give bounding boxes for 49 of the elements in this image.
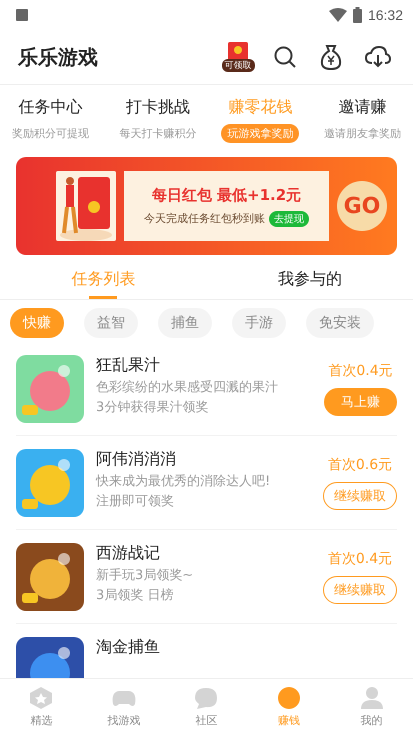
nav-tab[interactable]: 赚钱 xyxy=(248,679,330,735)
category-tab[interactable]: 打卡挑战 每天打卡赚积分 xyxy=(114,97,203,143)
game-title: 狂乱果汁 xyxy=(96,355,161,376)
nav-tab[interactable]: 社区 xyxy=(165,679,248,735)
filter-chip[interactable]: 免安装 xyxy=(306,308,374,338)
reward-price: 首次0.4元 xyxy=(328,550,392,568)
banner-headline: 每日红包 最低+1.2元 xyxy=(152,186,302,204)
chat-bubble-icon xyxy=(193,686,220,710)
game-reward-note: 3分钟获得果汁领奖 xyxy=(96,399,210,416)
nav-tab[interactable]: 精选 xyxy=(0,679,83,735)
promo-banner[interactable]: 每日红包 最低+1.2元 今天完成任务红包秒到账 去提现 GO xyxy=(16,157,397,255)
filter-chip[interactable]: 捕鱼 xyxy=(158,308,212,338)
continue-button[interactable]: 继续赚取 xyxy=(323,576,397,604)
game-reward-note: 3局领奖 日榜 xyxy=(96,587,174,604)
continue-button[interactable]: 继续赚取 xyxy=(323,482,397,510)
game-title: 阿伟消消消 xyxy=(96,449,177,470)
game-description: 快来成为最优秀的消除达人吧! xyxy=(96,473,272,490)
filter-chip[interactable]: 手游 xyxy=(232,308,286,338)
go-bubble[interactable]: GO xyxy=(337,181,387,231)
envelope-figure-drawing xyxy=(56,171,116,241)
wifi-icon xyxy=(328,8,347,22)
withdraw-pill[interactable]: 去提现 xyxy=(269,210,309,226)
nav-tab[interactable]: 我的 xyxy=(330,679,413,735)
cloud-download-icon[interactable] xyxy=(365,46,391,68)
reward-price: 首次0.4元 xyxy=(328,362,393,380)
earn-button[interactable]: 马上赚 xyxy=(324,388,397,416)
reward-price: 首次0.6元 xyxy=(328,456,392,474)
user-icon xyxy=(358,686,385,710)
battery-icon xyxy=(352,7,362,23)
star-icon xyxy=(28,686,54,710)
game-reward-note: 注册即可领奖 xyxy=(96,493,175,510)
game-title: 淘金捕鱼 xyxy=(96,637,161,658)
app-title: 乐乐游戏 xyxy=(18,44,98,70)
filter-chip[interactable]: 益智 xyxy=(84,308,138,338)
game-description: 新手玩3局领奖~ xyxy=(96,567,194,584)
notification-icon xyxy=(16,9,28,21)
coin-icon xyxy=(276,686,302,710)
filter-chip[interactable]: 快赚 xyxy=(10,308,64,338)
money-bag-icon[interactable] xyxy=(319,44,343,70)
list-tab[interactable]: 我参与的 xyxy=(206,259,413,299)
category-tab[interactable]: 邀请赚 邀请朋友拿奖励 xyxy=(318,97,407,143)
category-tab[interactable]: 赚零花钱 玩游戏拿奖励 xyxy=(221,97,300,143)
game-description: 色彩缤纷的水果感受四溅的果汁 xyxy=(96,379,279,396)
nav-tab[interactable]: 找游戏 xyxy=(82,679,166,735)
search-icon[interactable] xyxy=(273,45,297,69)
category-tab[interactable]: 任务中心 奖励积分可提现 xyxy=(6,97,95,143)
game-title: 西游战记 xyxy=(96,543,161,564)
banner-subline: 今天完成任务红包秒到账 xyxy=(144,211,265,226)
status-time: 16:32 xyxy=(368,7,403,23)
